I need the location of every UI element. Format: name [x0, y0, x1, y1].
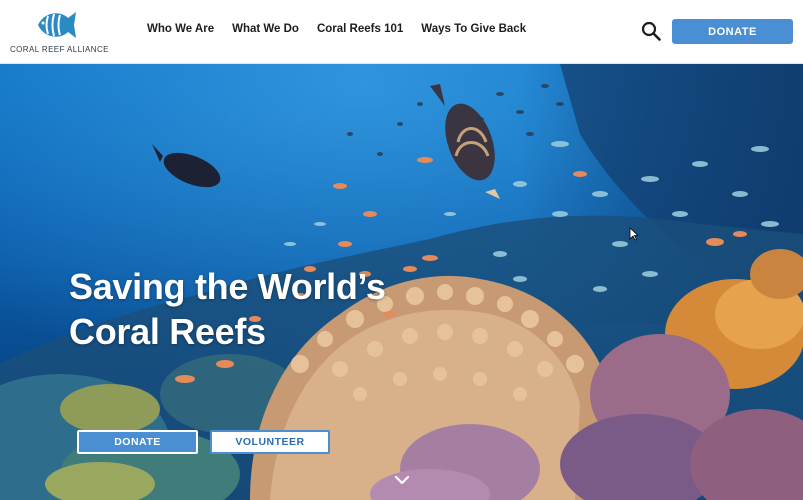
logo-wordmark: CORAL REEF ALLIANCE — [10, 45, 109, 54]
hero-section: Saving the World’s Coral Reefs DONATE VO… — [0, 64, 803, 500]
nav-item-what-we-do[interactable]: What We Do — [232, 23, 299, 35]
site-header: CORAL REEF ALLIANCE Who We Are What We D… — [0, 0, 803, 64]
search-icon[interactable] — [641, 21, 661, 41]
coral-reef-alliance-logo[interactable]: CORAL REEF ALLIANCE — [10, 6, 109, 56]
nav-item-who-we-are[interactable]: Who We Are — [147, 23, 214, 35]
main-nav: Who We Are What We Do Coral Reefs 101 Wa… — [147, 23, 526, 35]
hero-donate-button[interactable]: DONATE — [77, 430, 198, 454]
nav-item-ways-to-give-back[interactable]: Ways To Give Back — [421, 23, 526, 35]
mouse-cursor-icon — [629, 227, 639, 241]
header-donate-button[interactable]: DONATE — [672, 19, 793, 44]
nav-item-coral-reefs-101[interactable]: Coral Reefs 101 — [317, 23, 403, 35]
fish-logo-icon — [38, 12, 76, 38]
hero-title: Saving the World’s Coral Reefs — [69, 266, 386, 352]
hero-volunteer-button[interactable]: VOLUNTEER — [210, 430, 330, 454]
chevron-down-icon[interactable] — [394, 474, 410, 486]
